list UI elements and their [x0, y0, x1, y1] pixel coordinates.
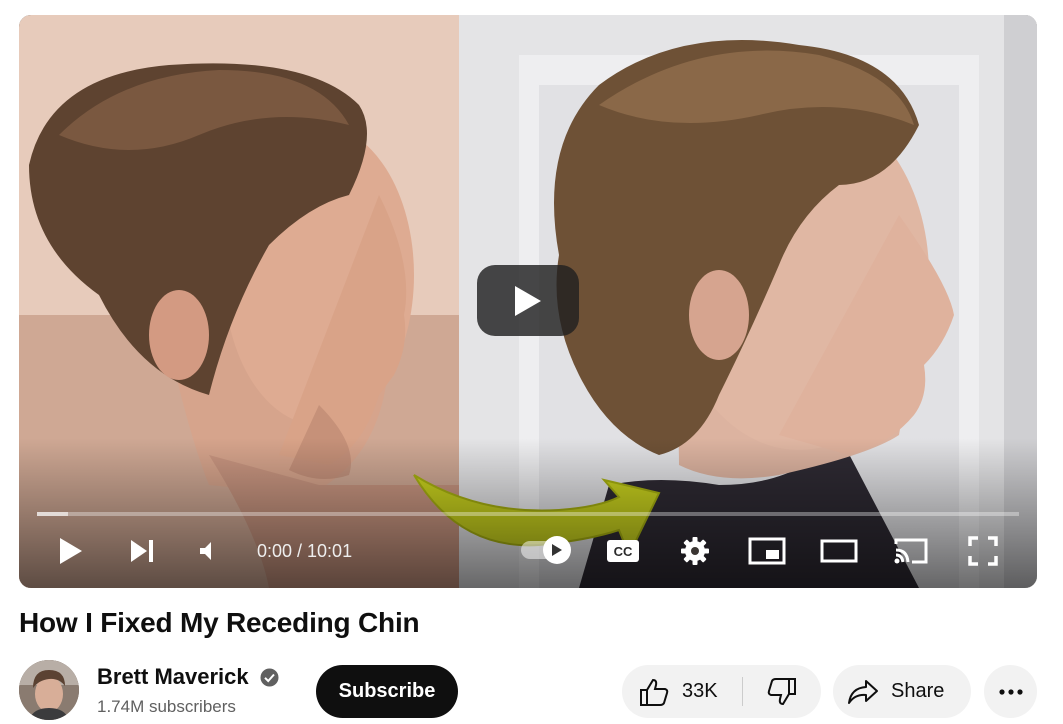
video-title: How I Fixed My Receding Chin	[19, 607, 420, 638]
like-count: 33K	[682, 680, 718, 702]
fullscreen-icon	[968, 536, 998, 566]
like-button[interactable]: 33K	[622, 665, 742, 718]
share-button[interactable]: Share	[833, 665, 971, 718]
dislike-button[interactable]	[743, 665, 821, 718]
verified-badge-icon	[260, 668, 279, 687]
svg-text:CC: CC	[614, 544, 633, 559]
theater-mode-button[interactable]	[815, 527, 863, 575]
autoplay-knob[interactable]	[543, 536, 571, 564]
large-play-button[interactable]	[477, 265, 579, 336]
miniplayer-button[interactable]	[743, 527, 791, 575]
subscriber-count: 1.74M subscribers	[97, 697, 236, 716]
fullscreen-button[interactable]	[959, 527, 1007, 575]
play-icon	[60, 538, 82, 564]
progress-loaded	[37, 512, 69, 516]
cast-icon	[894, 538, 928, 564]
player-controls: 0:00 / 10:01 CC	[19, 527, 1037, 575]
progress-bar[interactable]	[37, 512, 1019, 516]
settings-button[interactable]	[671, 527, 719, 575]
avatar-image	[19, 660, 79, 720]
mute-button[interactable]	[185, 527, 233, 575]
play-button[interactable]	[47, 527, 95, 575]
play-icon	[552, 544, 562, 556]
next-button[interactable]	[118, 527, 166, 575]
share-label: Share	[891, 680, 945, 702]
theater-icon	[820, 539, 858, 563]
channel-name[interactable]: Brett Maverick	[97, 664, 249, 690]
like-dislike-group: 33K	[622, 665, 821, 718]
subscribe-button[interactable]: Subscribe	[316, 665, 458, 718]
volume-icon	[200, 542, 211, 560]
settings-icon	[681, 537, 709, 565]
miniplayer-icon	[748, 537, 786, 565]
time-display: 0:00 / 10:01	[257, 541, 353, 561]
cast-button[interactable]	[887, 527, 935, 575]
captions-button[interactable]: CC	[599, 527, 647, 575]
thumbs-down-icon	[767, 677, 796, 705]
channel-avatar[interactable]	[19, 660, 79, 720]
play-icon	[515, 285, 541, 316]
cc-icon: CC	[607, 540, 639, 562]
more-actions-button[interactable]	[984, 665, 1037, 718]
thumbs-up-icon	[640, 678, 669, 706]
next-icon	[131, 540, 153, 562]
more-horizontal-icon	[998, 688, 1023, 695]
share-icon	[848, 679, 878, 704]
video-player[interactable]: 0:00 / 10:01 CC	[19, 15, 1037, 588]
